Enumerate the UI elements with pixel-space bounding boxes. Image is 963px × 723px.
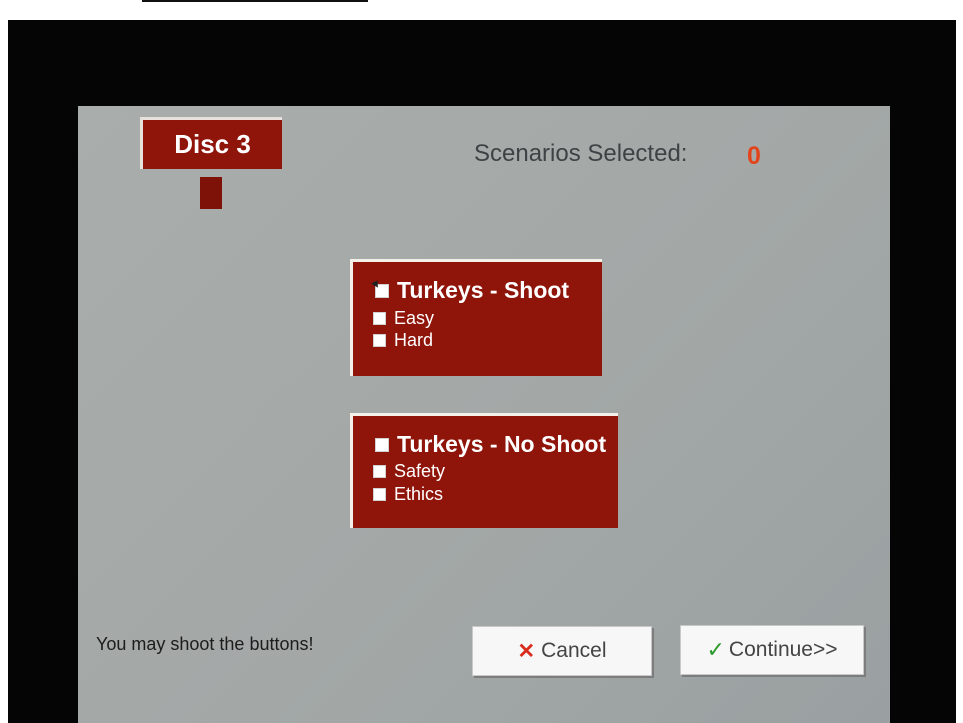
group-header-row[interactable]: Turkeys - No Shoot xyxy=(375,431,606,458)
instruction-text: You may shoot the buttons! xyxy=(96,634,314,654)
group-title: Turkeys - No Shoot xyxy=(397,431,607,457)
disc-marker xyxy=(200,177,222,209)
x-icon: ✕ xyxy=(517,639,536,663)
disc-label: Disc 3 xyxy=(174,129,251,159)
group-title: Turkeys - Shoot xyxy=(397,277,570,303)
option-label: Easy xyxy=(394,308,435,328)
scenarios-selected-count: 0 xyxy=(747,142,761,170)
option-label: Ethics xyxy=(394,484,444,504)
scenario-group-turkeys-no-shoot: Turkeys - No Shoot Safety Ethics xyxy=(350,413,618,528)
option-checkbox[interactable] xyxy=(373,334,386,347)
cancel-button[interactable]: ✕ Cancel xyxy=(472,626,652,676)
check-icon: ✓ xyxy=(706,637,725,662)
option-row-hard[interactable]: Hard xyxy=(373,330,433,351)
option-label: Safety xyxy=(394,461,446,481)
option-row-safety[interactable]: Safety xyxy=(373,461,445,482)
top-underline xyxy=(142,0,368,2)
option-checkbox[interactable] xyxy=(373,312,386,325)
option-row-ethics[interactable]: Ethics xyxy=(373,484,443,505)
disc-tab: Disc 3 xyxy=(140,117,282,169)
scenarios-selected-label: Scenarios Selected: xyxy=(474,140,688,167)
option-checkbox[interactable] xyxy=(373,488,386,501)
option-checkbox[interactable] xyxy=(373,465,386,478)
scenario-group-turkeys-shoot: Turkeys - Shoot Easy Hard xyxy=(350,259,602,376)
continue-button[interactable]: ✓ Continue>> xyxy=(680,625,864,675)
continue-label: Continue>> xyxy=(728,638,838,661)
group-checkbox[interactable] xyxy=(375,437,389,452)
option-label: Hard xyxy=(394,330,434,350)
group-header-row[interactable]: Turkeys - Shoot xyxy=(375,277,569,304)
option-row-easy[interactable]: Easy xyxy=(373,308,434,329)
cancel-label: Cancel xyxy=(541,639,607,662)
